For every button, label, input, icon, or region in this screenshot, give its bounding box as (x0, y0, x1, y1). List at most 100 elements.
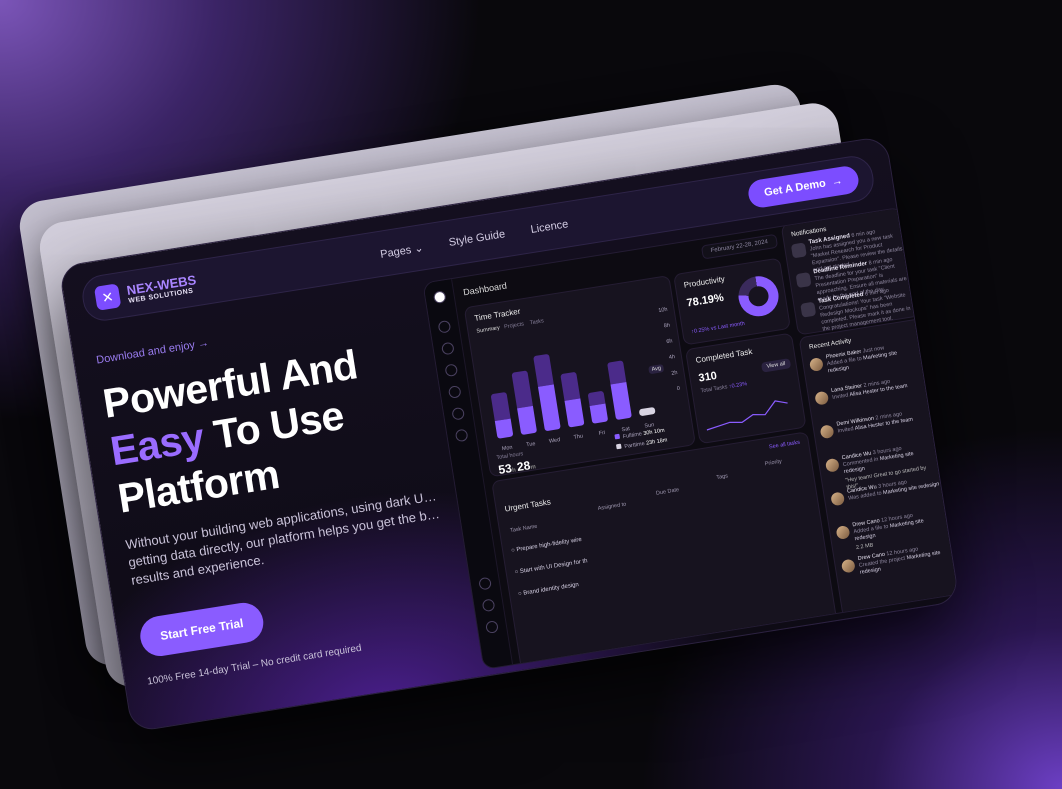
col-priority: Priority (764, 458, 783, 468)
nav-link-pages[interactable]: Pages ⌄ (379, 241, 424, 261)
nav-link-licence[interactable]: Licence (530, 218, 569, 237)
productivity-title: Productivity (683, 274, 726, 290)
bar-fulltime-segment (537, 384, 561, 432)
col-due-date: Due Date (655, 487, 680, 497)
activity-item[interactable]: Demi Wilkinson 2 mins ago Invited Alisa H… (819, 407, 931, 448)
completed-task-value: 310 (697, 369, 718, 385)
avatar (790, 242, 807, 259)
productivity-panel: Productivity 78.19% ↑0.25% vs Last month (673, 257, 791, 346)
tab-projects[interactable]: Projects (504, 321, 525, 330)
bar-thu[interactable] (560, 371, 585, 428)
col-task-name: Task Name (509, 523, 538, 534)
bell-icon[interactable] (447, 385, 462, 399)
get-demo-button[interactable]: Get A Demo → (746, 164, 861, 210)
fulltime-swatch (614, 433, 621, 440)
bar-parttime-segment (511, 370, 533, 409)
productivity-note: ↑0.25% vs Last month (690, 320, 746, 336)
avatar (835, 525, 851, 540)
recent-activity-title: Recent Activity (808, 337, 852, 351)
calendar-icon (795, 272, 812, 289)
col-tags: Tags (715, 473, 729, 482)
y-tick-label: 4h (668, 354, 676, 362)
activity-item[interactable]: Candice Wu 3 hours ago Commented in Marke… (824, 441, 937, 491)
check-icon (800, 301, 817, 318)
bar-wed[interactable] (533, 353, 561, 432)
logo-x-icon: ✕ (93, 283, 122, 311)
activity-text: Lana Steiner 2 mins ago Invited Alisa Hes… (830, 378, 909, 401)
view-all-button[interactable]: View all (760, 358, 792, 373)
bar-parttime-segment (606, 359, 627, 385)
urgent-tasks-title: Urgent Tasks (503, 497, 552, 514)
dashboard-title: Dashboard (462, 280, 508, 298)
download-link[interactable]: Download and enjoy → (96, 337, 210, 367)
bar-sat[interactable] (606, 359, 632, 421)
bar-fulltime-segment (494, 418, 514, 439)
time-tracker-panel: Time Tracker Summary Projects Tasks Tota… (463, 274, 697, 478)
logo-icon[interactable] (432, 290, 447, 305)
avatar (819, 424, 835, 440)
logout-icon[interactable] (485, 620, 499, 634)
bar-parttime-segment (560, 371, 581, 401)
activity-item[interactable]: Drew Cano 12 hours ago Added a file to Ma… (835, 508, 947, 551)
bar-mon[interactable] (490, 391, 514, 439)
day-label: Thu (573, 433, 584, 441)
completed-task-panel: Completed Task 310 Total Tasks ↑0.23% Vi… (684, 332, 807, 445)
bar-sun[interactable] (638, 406, 656, 417)
bar-fulltime-segment (638, 406, 656, 417)
date-range-picker[interactable]: February 22-28, 2024 (700, 233, 778, 260)
home-icon[interactable] (437, 319, 452, 334)
productivity-donut (735, 273, 782, 320)
day-label: Mon (501, 444, 513, 453)
avatar (824, 457, 840, 473)
nav-links: Pages ⌄ Style Guide Licence (379, 218, 569, 261)
y-tick-label: 8h (663, 322, 671, 330)
help-icon[interactable] (478, 576, 492, 591)
avatar (814, 390, 830, 406)
bar-parttime-segment (490, 391, 511, 422)
col-assigned: Assigned to (597, 501, 627, 512)
bar-parttime-segment (533, 353, 554, 387)
y-tick-label: 2h (670, 369, 678, 377)
tab-summary[interactable]: Summary (476, 325, 500, 335)
database-icon[interactable] (444, 363, 459, 378)
bar-fulltime-segment (610, 382, 632, 421)
settings-icon[interactable] (454, 428, 469, 443)
bar-fri[interactable] (587, 390, 609, 424)
brand-logo[interactable]: ✕ NEX-WEBS WEB SOLUTIONS (93, 271, 199, 311)
scene: ✕ NEX-WEBS WEB SOLUTIONS Pages ⌄ Style G… (0, 0, 1062, 789)
tab-tasks[interactable]: Tasks (529, 318, 544, 326)
activity-item[interactable]: Lana Steiner 2 mins ago Invited Alisa Hes… (814, 374, 926, 415)
user-icon[interactable] (451, 406, 466, 421)
avatar (840, 558, 856, 574)
day-label: Fri (598, 429, 606, 437)
calendar-icon[interactable] (441, 341, 455, 356)
day-label: Wed (548, 437, 561, 445)
avatar (830, 491, 846, 507)
completed-task-title: Completed Task (695, 346, 754, 365)
completed-task-sparkline (706, 400, 788, 431)
y-tick-label: 0 (676, 385, 681, 393)
nav-link-style-guide[interactable]: Style Guide (448, 228, 506, 250)
notifications-title: Notifications (790, 225, 827, 239)
bar-fulltime-segment (517, 405, 538, 436)
dashboard-window: Dashboard February 22-28, 2024 Time Trac… (422, 206, 960, 670)
day-label: Tue (525, 441, 536, 449)
y-tick-label: 10h (657, 306, 668, 315)
start-free-trial-button[interactable]: Start Free Trial (137, 600, 267, 659)
productivity-value: 78.19% (685, 291, 725, 310)
time-tracker-title: Time Tracker (473, 306, 522, 323)
toggle-icon[interactable] (481, 598, 496, 613)
arrow-right-icon: → (830, 174, 844, 189)
chevron-down-icon: ⌄ (413, 241, 425, 255)
activity-text: Demi Wilkinson 2 mins ago Invited Alisa H… (836, 411, 914, 435)
bar-fulltime-segment (589, 403, 609, 424)
bar-fulltime-segment (564, 398, 585, 428)
notifications-panel: Notifications Task Assigned 6 min ago Joh… (780, 206, 921, 336)
bar-tue[interactable] (511, 370, 538, 436)
parttime-swatch (615, 443, 622, 450)
avatar (808, 357, 824, 372)
avg-marker: Avg (648, 363, 665, 375)
y-tick-label: 6h (665, 338, 673, 346)
see-all-tasks-link[interactable]: See all tasks (769, 440, 801, 451)
arrow-right-icon: → (196, 336, 210, 351)
